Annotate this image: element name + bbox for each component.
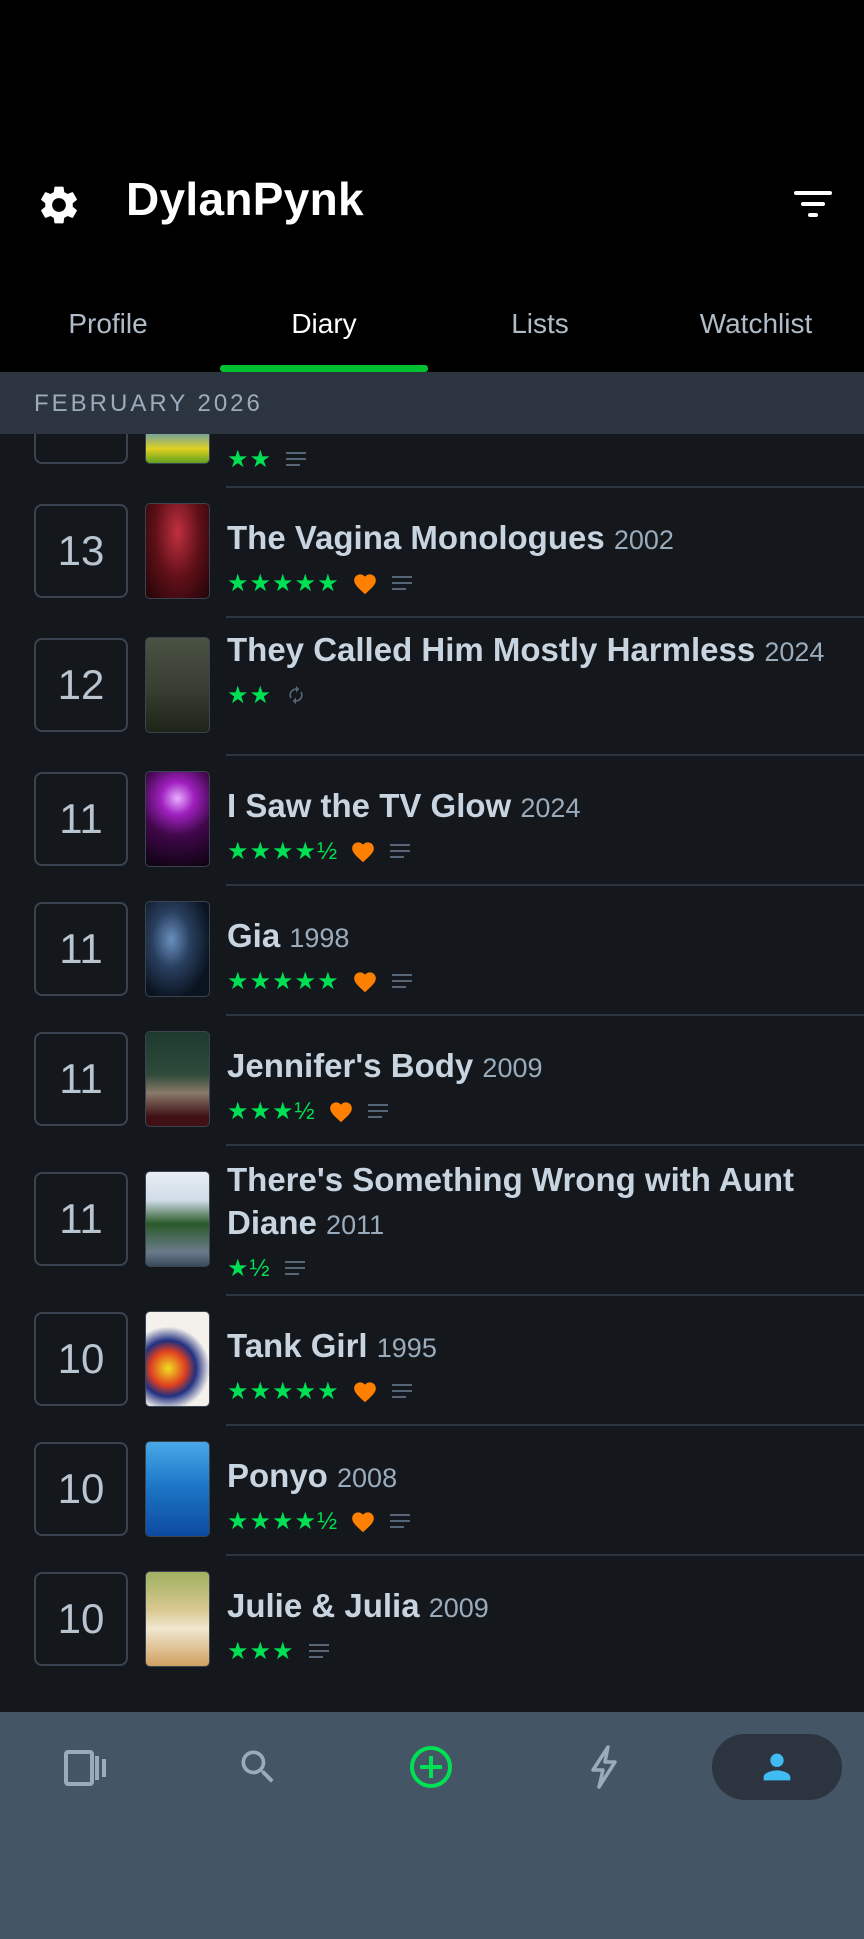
day-box xyxy=(34,434,128,464)
star-rating: ★★★★★ xyxy=(227,1377,340,1405)
day-box: 12 xyxy=(34,638,128,732)
profile-icon xyxy=(763,1753,791,1781)
tab-diary[interactable]: Diary xyxy=(216,296,432,372)
star-rating: ★½ xyxy=(227,1254,271,1282)
film-year: 2011 xyxy=(326,1210,385,1240)
star-rating: ★★★★½ xyxy=(227,837,339,865)
heart-icon xyxy=(329,1102,352,1123)
nav-films[interactable] xyxy=(20,1734,150,1800)
heart-icon xyxy=(353,972,376,993)
film-title: Ponyo 2008 xyxy=(227,1457,398,1494)
nav-search[interactable] xyxy=(193,1734,323,1800)
poster-image[interactable] xyxy=(145,1171,210,1267)
film-title: I Saw the TV Glow 2024 xyxy=(227,787,581,824)
poster-image[interactable] xyxy=(145,1031,210,1127)
day-box: 13 xyxy=(34,504,128,598)
app-header: DylanPynk Profile Diary Lists Watchlist xyxy=(0,0,864,372)
review-icon xyxy=(367,1104,388,1118)
add-icon xyxy=(410,1746,452,1788)
month-label: FEBRUARY 2026 xyxy=(34,390,263,417)
poster-image[interactable] xyxy=(145,503,210,599)
activity-icon xyxy=(591,1745,617,1789)
poster-image[interactable] xyxy=(145,1311,210,1407)
star-rating: ★★★★★ xyxy=(227,967,340,995)
filter-icon[interactable] xyxy=(790,186,836,222)
diary-entry[interactable]: 11 I Saw the TV Glow 2024 ★★★★½ xyxy=(0,756,864,886)
star-rating: ★★★½ xyxy=(227,1097,316,1125)
star-rating: ★★ xyxy=(227,681,273,709)
review-icon xyxy=(286,452,307,466)
review-icon xyxy=(391,1384,412,1398)
review-icon xyxy=(308,1644,329,1658)
day-box: 10 xyxy=(34,1572,128,1666)
day-box: 11 xyxy=(34,772,128,866)
nav-add[interactable] xyxy=(366,1734,496,1800)
film-title: There's Something Wrong with Aunt Diane … xyxy=(227,1161,794,1241)
film-year: 2002 xyxy=(613,525,674,555)
day-box: 11 xyxy=(34,1032,128,1126)
film-year: 2024 xyxy=(764,637,825,667)
day-box: 10 xyxy=(34,1442,128,1536)
diary-entry[interactable]: 11 There's Something Wrong with Aunt Dia… xyxy=(0,1146,864,1296)
review-icon xyxy=(391,974,412,988)
bottom-nav xyxy=(0,1712,864,1939)
nav-profile[interactable] xyxy=(712,1734,842,1800)
films-icon xyxy=(64,1750,106,1786)
review-icon xyxy=(391,576,412,590)
film-title: Jennifer's Body 2009 xyxy=(227,1047,543,1084)
poster-image[interactable] xyxy=(145,637,210,733)
film-year: 1998 xyxy=(289,923,350,953)
tab-bar: Profile Diary Lists Watchlist xyxy=(0,296,864,372)
star-rating: ★★★★½ xyxy=(227,1507,339,1535)
heart-icon xyxy=(352,1512,374,1533)
month-section-header: FEBRUARY 2026 xyxy=(0,372,864,434)
film-title: They Called Him Mostly Harmless 2024 xyxy=(227,631,825,668)
poster-image[interactable] xyxy=(145,1571,210,1667)
tab-watchlist[interactable]: Watchlist xyxy=(648,296,864,372)
day-box: 11 xyxy=(34,902,128,996)
diary-entry-partial[interactable]: ★★ xyxy=(0,434,864,488)
film-year: 2009 xyxy=(482,1053,543,1083)
heart-icon xyxy=(353,1382,376,1403)
review-icon xyxy=(390,844,411,858)
film-year: 2008 xyxy=(337,1463,398,1493)
star-rating: ★★★★★ xyxy=(227,569,340,597)
nav-activity[interactable] xyxy=(539,1734,669,1800)
tab-lists[interactable]: Lists xyxy=(432,296,648,372)
film-title: Tank Girl 1995 xyxy=(227,1327,437,1364)
film-year: 2009 xyxy=(428,1593,489,1623)
diary-entry[interactable]: 10 Julie & Julia 2009 ★★★ xyxy=(0,1556,864,1686)
review-icon xyxy=(284,1261,305,1275)
rewatch-icon xyxy=(289,685,303,705)
diary-entry[interactable]: 10 Ponyo 2008 ★★★★½ xyxy=(0,1426,864,1556)
poster-image[interactable] xyxy=(145,1441,210,1537)
diary-list[interactable]: ★★ 13 The Vagina Monologues 2002 ★★★★★ 1… xyxy=(0,434,864,1712)
heart-icon xyxy=(352,842,374,863)
star-rating: ★★ xyxy=(227,445,273,473)
star-rating: ★★★ xyxy=(227,1637,295,1665)
poster-image[interactable] xyxy=(145,901,210,997)
film-title: Julie & Julia 2009 xyxy=(227,1587,489,1624)
diary-entry[interactable]: 13 The Vagina Monologues 2002 ★★★★★ xyxy=(0,488,864,618)
diary-entry[interactable]: 10 Tank Girl 1995 ★★★★★ xyxy=(0,1296,864,1426)
gear-icon[interactable] xyxy=(36,182,82,228)
diary-entry[interactable]: 11 Gia 1998 ★★★★★ xyxy=(0,886,864,1016)
film-year: 2024 xyxy=(520,793,581,823)
heart-icon xyxy=(353,574,376,595)
search-icon xyxy=(241,1750,274,1783)
film-title: Gia 1998 xyxy=(227,917,350,954)
review-icon xyxy=(390,1514,411,1528)
poster-image[interactable] xyxy=(145,434,210,464)
day-box: 11 xyxy=(34,1172,128,1266)
film-year: 1995 xyxy=(376,1333,437,1363)
tab-profile[interactable]: Profile xyxy=(0,296,216,372)
film-title: The Vagina Monologues 2002 xyxy=(227,519,674,556)
diary-entry[interactable]: 12 They Called Him Mostly Harmless 2024 … xyxy=(0,618,864,756)
page-title: DylanPynk xyxy=(126,173,364,225)
diary-entry[interactable]: 11 Jennifer's Body 2009 ★★★½ xyxy=(0,1016,864,1146)
poster-image[interactable] xyxy=(145,771,210,867)
day-box: 10 xyxy=(34,1312,128,1406)
